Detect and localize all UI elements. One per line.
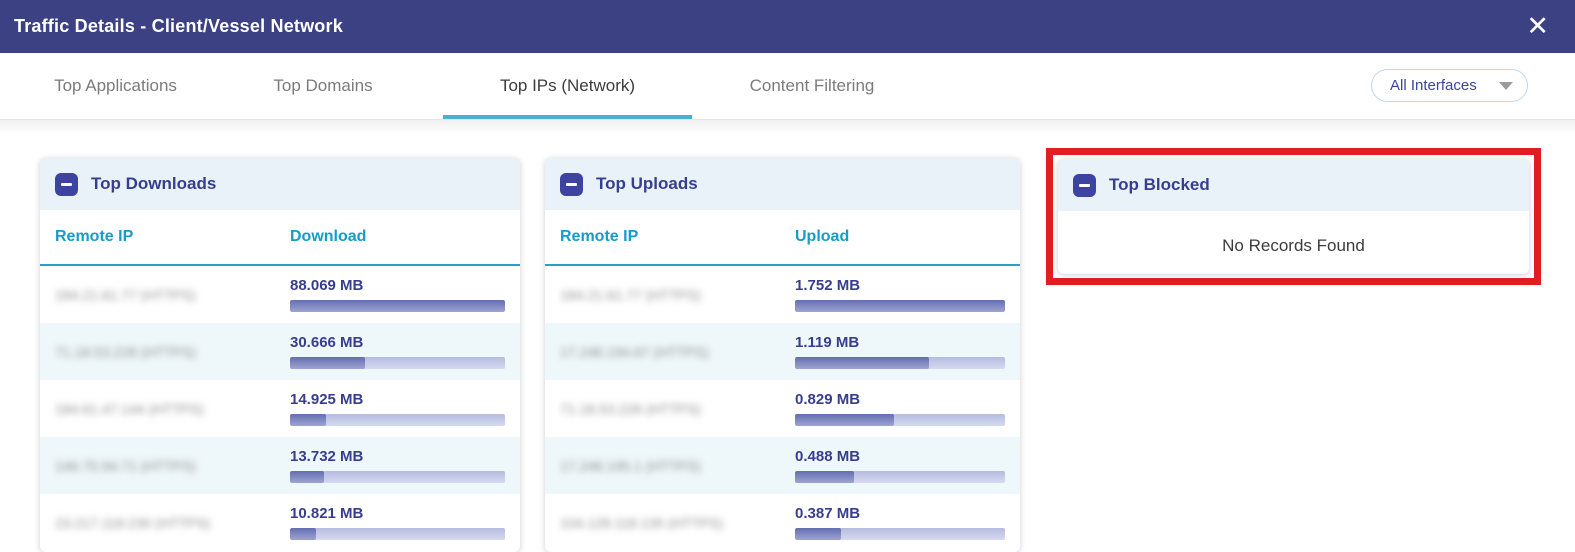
- progress-bar-track: [290, 357, 505, 369]
- top-uploads-rows: 184.21.61.77 (HTTPS)1.752 MB17.248.194.6…: [545, 266, 1020, 551]
- progress-bar-fill: [795, 471, 854, 483]
- remote-ip-blurred: 184.21.61.77 (HTTPS): [55, 287, 290, 303]
- value-label: 13.732 MB: [290, 448, 505, 465]
- value-cell: 13.732 MB: [290, 448, 505, 483]
- progress-bar-fill: [290, 300, 505, 312]
- table-row: 23.217.118.230 (HTTPS)10.821 MB: [40, 494, 520, 551]
- progress-bar-track: [290, 528, 505, 540]
- table-row: 71.18.53.228 (HTTPS)0.829 MB: [545, 380, 1020, 437]
- progress-bar-track: [795, 528, 1005, 540]
- progress-bar-fill: [290, 471, 324, 483]
- value-label: 88.069 MB: [290, 277, 505, 294]
- interface-filter-value: All Interfaces: [1390, 77, 1477, 94]
- value-label: 0.488 MB: [795, 448, 1005, 465]
- progress-bar-fill: [795, 357, 929, 369]
- progress-bar-fill: [795, 300, 1005, 312]
- progress-bar-track: [795, 300, 1005, 312]
- value-cell: 0.488 MB: [795, 448, 1005, 483]
- top-downloads-rows: 184.21.61.77 (HTTPS)88.069 MB71.18.53.22…: [40, 266, 520, 551]
- remote-ip-blurred: 104.128.118.135 (HTTPS): [560, 515, 795, 531]
- top-blocked-header: Top Blocked: [1058, 159, 1529, 211]
- chevron-down-icon: [1499, 82, 1513, 90]
- collapse-minus-icon[interactable]: [55, 173, 78, 196]
- tab-top-applications[interactable]: Top Applications: [28, 53, 203, 119]
- value-label: 0.387 MB: [795, 505, 1005, 522]
- interface-filter-dropdown[interactable]: All Interfaces: [1371, 69, 1528, 102]
- value-label: 1.119 MB: [795, 334, 1005, 351]
- table-row: 104.128.118.135 (HTTPS)0.387 MB: [545, 494, 1020, 551]
- value-label: 14.925 MB: [290, 391, 505, 408]
- modal-titlebar: Traffic Details - Client/Vessel Network …: [0, 0, 1575, 53]
- top-blocked-empty-state: No Records Found: [1058, 211, 1529, 274]
- panel-title: Top Uploads: [596, 174, 698, 194]
- table-row: 17.248.194.67 (HTTPS)1.119 MB: [545, 323, 1020, 380]
- progress-bar-fill: [795, 528, 841, 540]
- column-remote-ip: Remote IP: [560, 228, 638, 245]
- column-download: Download: [290, 228, 366, 245]
- value-cell: 0.387 MB: [795, 505, 1005, 540]
- red-highlight-annotation: Top Blocked No Records Found: [1046, 148, 1541, 285]
- tab-top-ips-network[interactable]: Top IPs (Network): [443, 53, 692, 119]
- table-row: 17.248.195.1 (HTTPS)0.488 MB: [545, 437, 1020, 494]
- progress-bar-fill: [795, 414, 894, 426]
- panel-title: Top Downloads: [91, 174, 216, 194]
- collapse-minus-icon[interactable]: [1073, 174, 1096, 197]
- collapse-minus-icon[interactable]: [560, 173, 583, 196]
- panel-title: Top Blocked: [1109, 175, 1210, 195]
- progress-bar-track: [290, 471, 505, 483]
- table-row: 71.18.53.228 (HTTPS)30.666 MB: [40, 323, 520, 380]
- value-label: 30.666 MB: [290, 334, 505, 351]
- remote-ip-blurred: 184.21.61.77 (HTTPS): [560, 287, 795, 303]
- remote-ip-blurred: 71.18.53.228 (HTTPS): [560, 401, 795, 417]
- table-row: 184.61.47.144 (HTTPS)14.925 MB: [40, 380, 520, 437]
- close-icon[interactable]: ✕: [1522, 13, 1553, 40]
- top-downloads-panel: Top Downloads Remote IP Download 184.21.…: [40, 158, 520, 552]
- tab-content-filtering[interactable]: Content Filtering: [692, 53, 932, 119]
- column-remote-ip: Remote IP: [55, 228, 133, 245]
- tab-bar: Top Applications Top Domains Top IPs (Ne…: [0, 53, 1575, 120]
- value-label: 1.752 MB: [795, 277, 1005, 294]
- progress-bar-track: [290, 300, 505, 312]
- column-upload: Upload: [795, 228, 849, 245]
- table-row: 146.75.94.71 (HTTPS)13.732 MB: [40, 437, 520, 494]
- value-cell: 30.666 MB: [290, 334, 505, 369]
- progress-bar-track: [290, 414, 505, 426]
- remote-ip-blurred: 146.75.94.71 (HTTPS): [55, 458, 290, 474]
- value-cell: 1.752 MB: [795, 277, 1005, 312]
- value-label: 10.821 MB: [290, 505, 505, 522]
- value-cell: 10.821 MB: [290, 505, 505, 540]
- remote-ip-blurred: 17.248.194.67 (HTTPS): [560, 344, 795, 360]
- progress-bar-fill: [290, 414, 326, 426]
- top-downloads-header: Top Downloads: [40, 158, 520, 210]
- top-uploads-panel: Top Uploads Remote IP Upload 184.21.61.7…: [545, 158, 1020, 552]
- top-uploads-header: Top Uploads: [545, 158, 1020, 210]
- progress-bar-track: [795, 414, 1005, 426]
- progress-bar-fill: [290, 357, 365, 369]
- top-blocked-panel: Top Blocked No Records Found: [1058, 159, 1529, 274]
- value-cell: 1.119 MB: [795, 334, 1005, 369]
- table-row: 184.21.61.77 (HTTPS)88.069 MB: [40, 266, 520, 323]
- value-cell: 0.829 MB: [795, 391, 1005, 426]
- top-downloads-column-header: Remote IP Download: [40, 210, 520, 266]
- progress-bar-track: [795, 357, 1005, 369]
- remote-ip-blurred: 23.217.118.230 (HTTPS): [55, 515, 290, 531]
- progress-bar-fill: [290, 528, 316, 540]
- value-label: 0.829 MB: [795, 391, 1005, 408]
- top-uploads-column-header: Remote IP Upload: [545, 210, 1020, 266]
- remote-ip-blurred: 17.248.195.1 (HTTPS): [560, 458, 795, 474]
- remote-ip-blurred: 71.18.53.228 (HTTPS): [55, 344, 290, 360]
- value-cell: 14.925 MB: [290, 391, 505, 426]
- progress-bar-track: [795, 471, 1005, 483]
- no-records-message: No Records Found: [1222, 236, 1365, 256]
- remote-ip-blurred: 184.61.47.144 (HTTPS): [55, 401, 290, 417]
- tab-top-domains[interactable]: Top Domains: [203, 53, 443, 119]
- table-row: 184.21.61.77 (HTTPS)1.752 MB: [545, 266, 1020, 323]
- modal-title: Traffic Details - Client/Vessel Network: [14, 16, 343, 37]
- value-cell: 88.069 MB: [290, 277, 505, 312]
